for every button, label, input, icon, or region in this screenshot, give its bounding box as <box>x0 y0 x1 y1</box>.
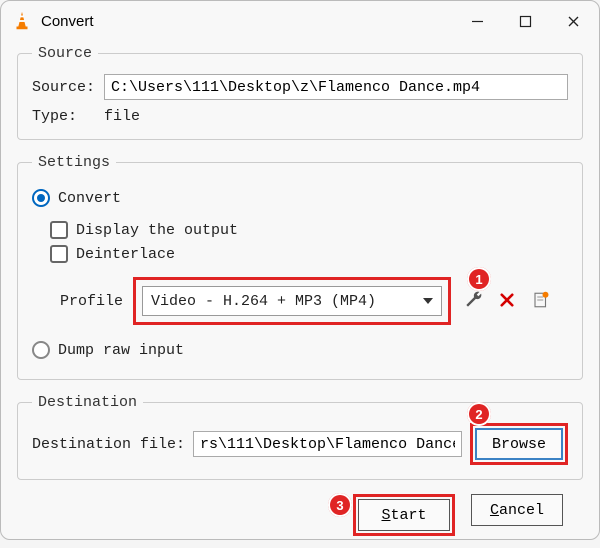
start-button[interactable]: Start <box>358 499 450 531</box>
source-path-input[interactable] <box>104 74 568 100</box>
browse-label: Browse <box>492 436 546 453</box>
footer: Start 3 Cancel <box>17 488 583 536</box>
wrench-icon <box>463 290 483 313</box>
vlc-cone-icon <box>11 10 33 32</box>
checkbox-icon <box>50 221 68 239</box>
radio-icon <box>32 341 50 359</box>
radio-icon <box>32 189 50 207</box>
window-title: Convert <box>41 13 453 30</box>
delete-profile-button[interactable] <box>495 289 519 313</box>
settings-group: Settings Convert Display the output Dein… <box>17 154 583 380</box>
x-icon <box>498 291 516 312</box>
titlebar: Convert <box>1 1 599 41</box>
start-highlight: Start 3 <box>353 494 455 536</box>
callout-3: 3 <box>328 493 352 517</box>
display-output-checkbox-row[interactable]: Display the output <box>50 221 568 239</box>
type-label: Type: <box>32 108 96 125</box>
convert-radio-row[interactable]: Convert <box>32 189 568 207</box>
profile-highlight: Video - H.264 + MP3 (MP4) <box>133 277 451 325</box>
callout-2: 2 <box>467 402 491 426</box>
deinterlace-checkbox-row[interactable]: Deinterlace <box>50 245 568 263</box>
convert-dialog: Convert Source Source: Type: file Settin… <box>0 0 600 540</box>
cancel-label: Cancel <box>490 502 544 519</box>
maximize-button[interactable] <box>501 1 549 41</box>
type-value: file <box>104 108 140 125</box>
start-label: Start <box>381 507 426 524</box>
checkbox-icon <box>50 245 68 263</box>
browse-button[interactable]: Browse <box>475 428 563 460</box>
source-legend: Source <box>32 45 98 62</box>
callout-1: 1 <box>467 267 491 291</box>
display-output-label: Display the output <box>76 222 238 239</box>
chevron-down-icon <box>423 298 433 304</box>
dump-radio-row[interactable]: Dump raw input <box>32 341 568 359</box>
deinterlace-label: Deinterlace <box>76 246 175 263</box>
edit-profile-button[interactable] <box>461 289 485 313</box>
destination-group: Destination Destination file: Browse 2 <box>17 394 583 480</box>
new-profile-button[interactable] <box>529 289 553 313</box>
convert-radio-label: Convert <box>58 190 121 207</box>
profile-select[interactable]: Video - H.264 + MP3 (MP4) <box>142 286 442 316</box>
browse-highlight: Browse 2 <box>470 423 568 465</box>
minimize-button[interactable] <box>453 1 501 41</box>
profile-label: Profile <box>60 293 123 310</box>
dump-radio-label: Dump raw input <box>58 342 184 359</box>
cancel-button[interactable]: Cancel <box>471 494 563 526</box>
source-group: Source Source: Type: file <box>17 45 583 140</box>
new-doc-icon <box>532 291 550 312</box>
close-button[interactable] <box>549 1 597 41</box>
destination-path-input[interactable] <box>193 431 462 457</box>
profile-value: Video - H.264 + MP3 (MP4) <box>151 293 376 310</box>
destination-legend: Destination <box>32 394 143 411</box>
destination-label: Destination file: <box>32 436 185 453</box>
settings-legend: Settings <box>32 154 116 171</box>
source-label: Source: <box>32 79 96 96</box>
content-area: Source Source: Type: file Settings Conve… <box>1 41 599 548</box>
